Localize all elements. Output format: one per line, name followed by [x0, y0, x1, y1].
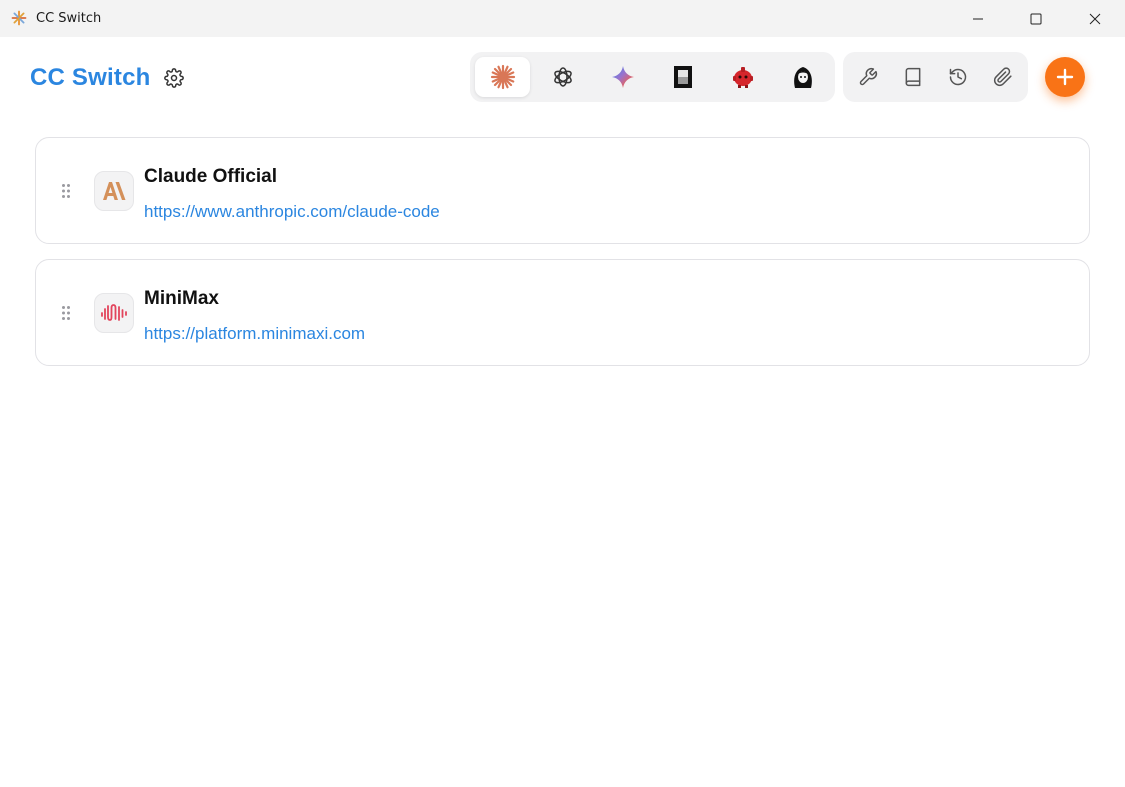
- gemini-icon: [611, 66, 634, 88]
- attachments-button[interactable]: [991, 65, 1015, 89]
- gear-icon: [164, 68, 184, 88]
- minimax-logo-icon: [94, 293, 134, 333]
- title-bar: CC Switch: [0, 0, 1125, 37]
- anthropic-logo-icon: [94, 171, 134, 211]
- tab-openai[interactable]: [535, 57, 590, 97]
- provider-name: MiniMax: [144, 288, 219, 309]
- tab-gemini[interactable]: [595, 57, 650, 97]
- tools-button[interactable]: [856, 65, 880, 89]
- provider-url-link[interactable]: https://www.anthropic.com/claude-code: [144, 202, 440, 222]
- opencode-icon: [673, 66, 692, 88]
- drag-handle-icon[interactable]: [61, 183, 71, 199]
- settings-button[interactable]: [162, 66, 186, 90]
- avatar-icon: [793, 67, 812, 88]
- provider-card[interactable]: Claude Official https://www.anthropic.co…: [35, 137, 1090, 244]
- plus-icon: [1056, 68, 1074, 86]
- tab-red-robot[interactable]: [715, 57, 770, 97]
- provider-url-link[interactable]: https://platform.minimaxi.com: [144, 324, 365, 344]
- tab-avatar[interactable]: [775, 57, 830, 97]
- docs-button[interactable]: [901, 65, 925, 89]
- maximize-icon: [1030, 13, 1042, 24]
- maximize-button[interactable]: [1007, 0, 1065, 37]
- provider-card[interactable]: MiniMax https://platform.minimaxi.com: [35, 259, 1090, 366]
- close-icon: [1089, 13, 1101, 24]
- app-logo-icon: [11, 10, 27, 26]
- wrench-icon: [859, 67, 878, 86]
- provider-name: Claude Official: [144, 166, 278, 187]
- tab-claude[interactable]: [475, 57, 530, 97]
- red-robot-icon: [732, 67, 753, 88]
- book-icon: [905, 67, 921, 87]
- history-button[interactable]: [946, 65, 970, 89]
- tool-bar: [843, 52, 1028, 102]
- window-title: CC Switch: [36, 11, 102, 26]
- openai-icon: [553, 67, 572, 87]
- close-button[interactable]: [1066, 0, 1124, 37]
- add-provider-button[interactable]: [1045, 57, 1085, 97]
- paperclip-icon: [993, 67, 1012, 87]
- minimize-icon: [973, 18, 983, 19]
- tab-opencode[interactable]: [655, 57, 710, 97]
- claude-icon: [490, 64, 515, 90]
- app-window: CC Switch CC Switch Claude Official http…: [0, 0, 1125, 787]
- history-icon: [949, 68, 967, 86]
- minimize-button[interactable]: [949, 0, 1007, 37]
- drag-handle-icon[interactable]: [61, 305, 71, 321]
- app-switcher: [470, 52, 835, 102]
- app-brand-title: CC Switch: [30, 64, 151, 91]
